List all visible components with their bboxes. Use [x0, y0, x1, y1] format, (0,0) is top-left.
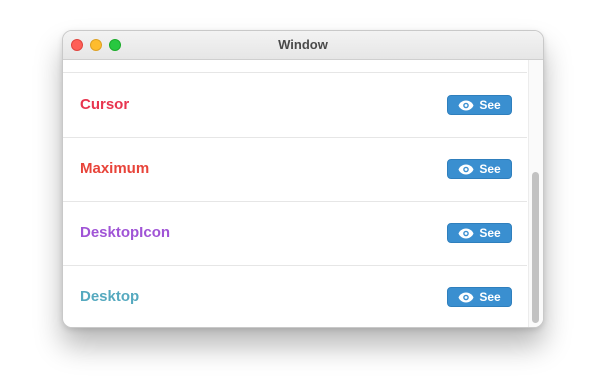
vertical-scrollbar[interactable]: [528, 60, 543, 327]
app-window: Window Cursor See Maximum See DesktopIco…: [62, 30, 544, 328]
see-button-label: See: [479, 226, 501, 240]
scrollbar-thumb[interactable]: [532, 172, 539, 323]
see-button-label: See: [479, 290, 501, 304]
row-label-desktop: Desktop: [80, 288, 140, 305]
row-label-desktopicon: DesktopIcon: [80, 224, 171, 241]
row-label-maximum: Maximum: [80, 160, 150, 177]
list-item-desktop: Desktop See: [63, 265, 527, 327]
eye-icon: [458, 100, 474, 110]
list-item-maximum: Maximum See: [63, 137, 527, 202]
see-button-desktop[interactable]: See: [447, 287, 512, 307]
row-label-cursor: Cursor: [80, 96, 130, 113]
list-content: Cursor See Maximum See DesktopIcon See D…: [63, 60, 543, 327]
see-button-maximum[interactable]: See: [447, 159, 512, 179]
eye-icon: [458, 228, 474, 238]
eye-icon: [458, 292, 474, 302]
see-button-label: See: [479, 98, 501, 112]
list-item-scrolled: [63, 31, 527, 73]
list-item-desktopicon: DesktopIcon See: [63, 201, 527, 266]
list-item-cursor: Cursor See: [63, 73, 527, 138]
see-button-desktopicon[interactable]: See: [447, 223, 512, 243]
eye-icon: [458, 164, 474, 174]
see-button-label: See: [479, 162, 501, 176]
see-button-cursor[interactable]: See: [447, 95, 512, 115]
